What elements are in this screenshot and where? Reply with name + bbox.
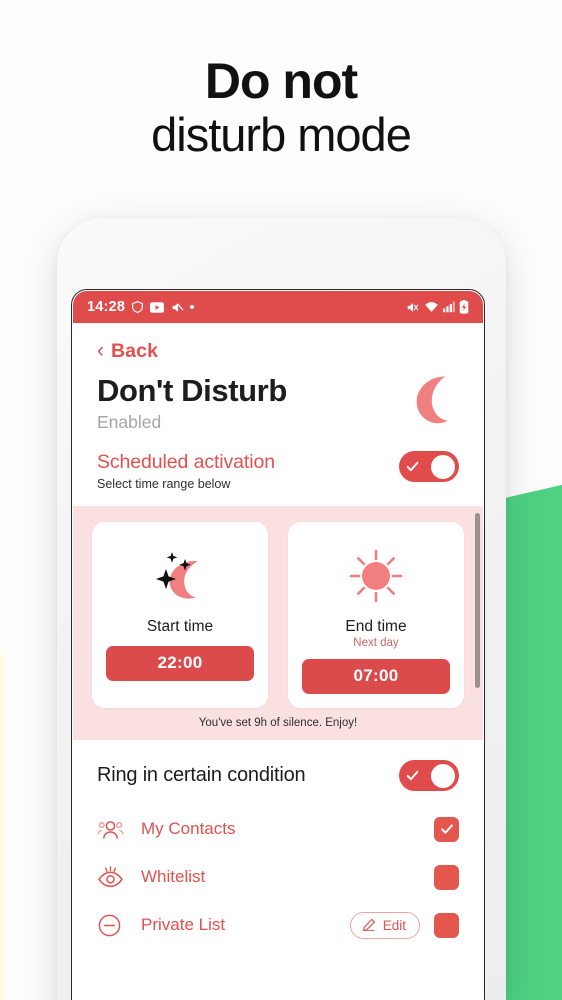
phone-screen: 14:28 ‹ Back Don't Disturb Enabled Sched… bbox=[73, 291, 483, 1000]
ring-condition-toggle[interactable] bbox=[399, 760, 459, 791]
screen-header: ‹ Back Don't Disturb Enabled bbox=[73, 323, 483, 433]
back-button-label: Back bbox=[111, 340, 159, 362]
contacts-icon bbox=[97, 818, 141, 841]
schedule-panel: Start time 22:00 End time Next day 07:00… bbox=[73, 506, 483, 740]
yellow-background-stripe bbox=[0, 655, 7, 1000]
scheduled-activation-toggle[interactable] bbox=[399, 451, 459, 482]
pencil-icon bbox=[362, 918, 376, 932]
list-item[interactable]: Whitelist bbox=[97, 853, 459, 901]
ring-condition-list: My Contacts Whitelist Private List Edit bbox=[73, 791, 483, 949]
signal-bars-icon bbox=[443, 301, 455, 313]
back-button[interactable]: ‹ Back bbox=[97, 340, 459, 363]
list-item[interactable]: My Contacts bbox=[97, 805, 459, 853]
edit-private-list-button[interactable]: Edit bbox=[349, 911, 420, 939]
mute-icon bbox=[405, 301, 420, 314]
end-time-label: End time bbox=[345, 618, 407, 635]
list-item-label: Whitelist bbox=[141, 867, 206, 886]
scheduled-activation-text: Scheduled activation Select time range b… bbox=[97, 451, 275, 491]
sun-icon bbox=[339, 540, 413, 616]
vertical-scrollbar[interactable] bbox=[475, 513, 480, 688]
page-title: Don't Disturb bbox=[97, 373, 287, 408]
minus-circle-icon bbox=[97, 913, 141, 938]
video-player-icon bbox=[150, 301, 165, 313]
eye-icon bbox=[97, 865, 141, 889]
time-cards: Start time 22:00 End time Next day 07:00 bbox=[92, 522, 464, 708]
scheduled-activation-title: Scheduled activation bbox=[97, 451, 275, 473]
crescent-moon-icon bbox=[408, 373, 466, 436]
edit-button-label: Edit bbox=[382, 917, 406, 933]
status-bar-clock: 14:28 bbox=[87, 299, 126, 315]
start-time-label: Start time bbox=[146, 618, 214, 635]
checkbox-whitelist[interactable] bbox=[434, 864, 459, 890]
status-bar-left: 14:28 bbox=[87, 299, 405, 315]
status-bar-right bbox=[405, 300, 469, 314]
battery-charging-icon bbox=[459, 300, 469, 314]
checkbox-my-contacts[interactable] bbox=[434, 816, 459, 842]
page-status-text: Enabled bbox=[97, 412, 162, 432]
speaker-mute-icon bbox=[170, 301, 184, 314]
start-time-card[interactable]: Start time 22:00 bbox=[92, 522, 268, 708]
toggle-knob bbox=[431, 454, 455, 479]
silence-duration-note: You've set 9h of silence. Enjoy! bbox=[198, 717, 358, 729]
headline-line-1: Do not bbox=[204, 53, 358, 109]
wifi-icon bbox=[424, 301, 439, 313]
checkbox-private-list[interactable] bbox=[434, 912, 459, 938]
chevron-left-icon: ‹ bbox=[97, 339, 104, 362]
moon-and-stars-icon bbox=[141, 540, 219, 616]
check-icon bbox=[406, 770, 419, 781]
page-headline: Do not disturb mode bbox=[0, 54, 562, 162]
end-time-sublabel: Next day bbox=[353, 637, 399, 649]
scheduled-activation-subtitle: Select time range below bbox=[97, 477, 231, 491]
check-icon bbox=[440, 824, 453, 834]
headline-line-2: disturb mode bbox=[151, 108, 412, 161]
list-item-label: My Contacts bbox=[141, 819, 236, 838]
shield-icon bbox=[131, 300, 144, 314]
end-time-value[interactable]: 07:00 bbox=[302, 659, 450, 694]
ring-condition-row: Ring in certain condition bbox=[73, 740, 483, 791]
screenshot-canvas: Do not disturb mode 14:28 ‹ Back Don't D… bbox=[0, 0, 562, 1000]
list-item-label: Private List bbox=[141, 915, 226, 934]
dot-icon bbox=[190, 305, 195, 309]
status-bar: 14:28 bbox=[73, 291, 483, 323]
end-time-card[interactable]: End time Next day 07:00 bbox=[288, 522, 464, 708]
toggle-knob bbox=[431, 763, 455, 788]
green-background-shape bbox=[505, 447, 562, 1000]
check-icon bbox=[406, 461, 419, 472]
start-time-value[interactable]: 22:00 bbox=[106, 646, 254, 681]
ring-condition-title: Ring in certain condition bbox=[97, 764, 306, 786]
scheduled-activation-row: Scheduled activation Select time range b… bbox=[73, 451, 483, 491]
list-item[interactable]: Private List Edit bbox=[97, 901, 459, 949]
